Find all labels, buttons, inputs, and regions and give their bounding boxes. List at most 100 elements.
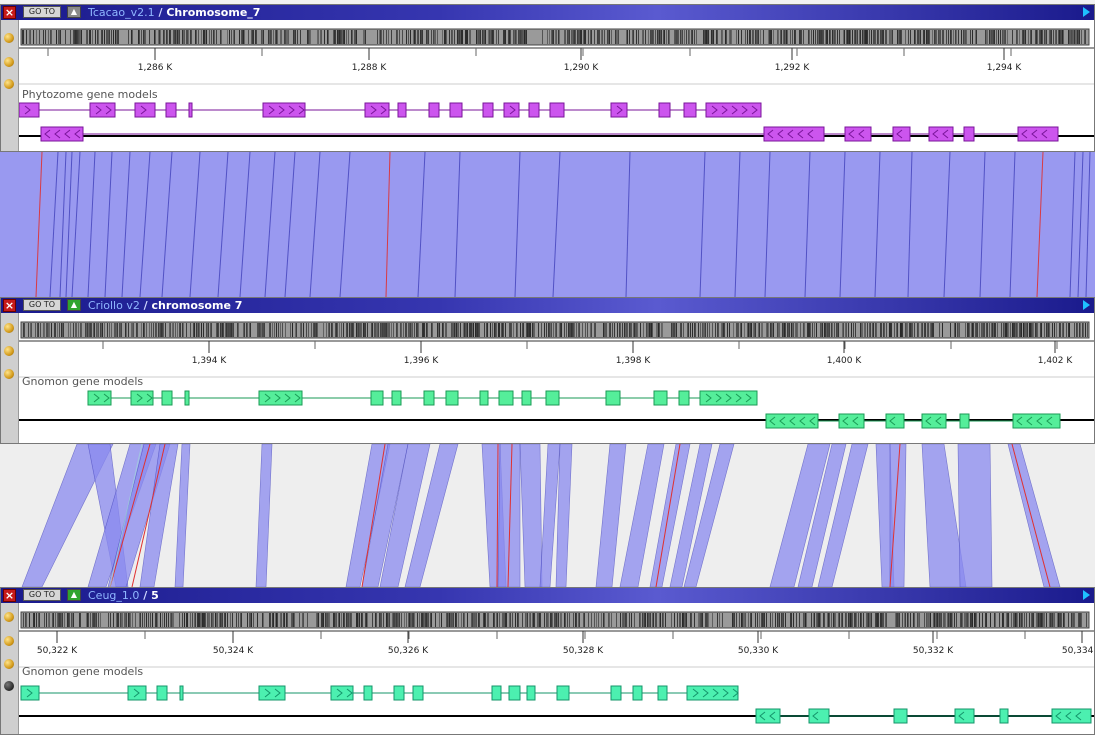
track-toggle-icon[interactable] [4, 659, 14, 669]
panel-content[interactable]: 1,286 K 1,288 K 1,290 K 1,292 K 1,294 K Phyt… [19, 20, 1094, 151]
gene-exon[interactable] [921, 413, 947, 429]
close-icon[interactable]: × [3, 6, 16, 19]
gene-exon[interactable] [412, 685, 424, 701]
gene-exon[interactable] [763, 126, 825, 142]
gene-exon[interactable] [1012, 413, 1061, 429]
track-toggle-icon[interactable] [4, 57, 14, 67]
gene-exon[interactable] [999, 708, 1009, 724]
gene-exon[interactable] [19, 102, 40, 118]
gene-exon[interactable] [632, 685, 643, 701]
gene-exon[interactable] [885, 413, 905, 429]
gene-exon[interactable] [179, 685, 184, 701]
gene-exon[interactable] [1051, 708, 1092, 724]
gene-exon[interactable] [844, 126, 872, 142]
gene-exon[interactable] [258, 390, 303, 406]
close-icon[interactable]: × [3, 589, 16, 602]
gene-exon[interactable] [705, 102, 762, 118]
gene-exon[interactable] [893, 708, 908, 724]
gene-track[interactable] [19, 313, 1094, 443]
gene-exon[interactable] [134, 102, 156, 118]
gene-exon[interactable] [391, 390, 402, 406]
arrow-right-icon[interactable] [1083, 7, 1090, 17]
gene-exon[interactable] [954, 708, 975, 724]
gene-exon[interactable] [498, 390, 514, 406]
panel-content[interactable]: 50,322 K 50,324 K 50,326 K 50,328 K 50,330 K… [19, 603, 1094, 734]
goto-button[interactable]: GO TO [23, 6, 61, 18]
gene-exon[interactable] [653, 390, 668, 406]
gene-exon[interactable] [838, 413, 865, 429]
gene-exon[interactable] [549, 102, 565, 118]
gene-exon[interactable] [605, 390, 621, 406]
gene-exon[interactable] [330, 685, 354, 701]
goto-button[interactable]: GO TO [23, 299, 61, 311]
gene-exon[interactable] [364, 102, 390, 118]
gene-exon[interactable] [258, 685, 286, 701]
gene-exon[interactable] [482, 102, 494, 118]
gene-exon[interactable] [188, 102, 193, 118]
arrow-right-icon[interactable] [1083, 590, 1090, 600]
gene-exon[interactable] [657, 685, 668, 701]
gene-exon[interactable] [87, 390, 112, 406]
track-toggle-icon[interactable] [4, 612, 14, 622]
gene-exon[interactable] [765, 413, 819, 429]
track-toggle-icon[interactable] [4, 346, 14, 356]
gene-exon[interactable] [556, 685, 570, 701]
gene-exon[interactable] [156, 685, 168, 701]
gene-exon[interactable] [393, 685, 405, 701]
genome-link[interactable]: Tcacao_v2.1 [88, 6, 155, 19]
gene-exon[interactable] [699, 390, 758, 406]
gene-exon[interactable] [127, 685, 147, 701]
gene-exon[interactable] [449, 102, 463, 118]
gene-track[interactable] [19, 20, 1094, 151]
gene-exon[interactable] [491, 685, 502, 701]
track-toggle-icon[interactable] [4, 33, 14, 43]
track-toggle-icon[interactable] [4, 323, 14, 333]
gene-exon[interactable] [686, 685, 739, 701]
gene-exon[interactable] [755, 708, 781, 724]
gene-exon[interactable] [508, 685, 521, 701]
genome-link[interactable]: Ceug_1.0 [88, 589, 139, 602]
gene-exon[interactable] [262, 102, 306, 118]
gene-exon[interactable] [808, 708, 830, 724]
gene-track[interactable] [19, 603, 1094, 734]
gene-exon[interactable] [20, 685, 40, 701]
gene-exon[interactable] [363, 685, 373, 701]
gene-exon[interactable] [161, 390, 173, 406]
gene-exon[interactable] [610, 685, 622, 701]
gene-exon[interactable] [610, 102, 628, 118]
gene-exon[interactable] [683, 102, 697, 118]
gene-exon[interactable] [479, 390, 489, 406]
gene-exon[interactable] [89, 102, 116, 118]
track-toggle-icon[interactable] [4, 369, 14, 379]
synteny-link[interactable] [957, 443, 993, 588]
gene-exon[interactable] [1017, 126, 1059, 142]
gene-exon[interactable] [521, 390, 532, 406]
close-icon[interactable]: × [3, 299, 16, 312]
gene-exon[interactable] [428, 102, 440, 118]
gene-exon[interactable] [397, 102, 407, 118]
arrow-up-icon[interactable]: ▲ [67, 589, 81, 601]
genome-link[interactable]: Criollo v2 [88, 299, 140, 312]
track-toggle-icon[interactable] [4, 636, 14, 646]
arrow-up-icon[interactable]: ▲ [67, 299, 81, 311]
gene-exon[interactable] [370, 390, 384, 406]
gene-exon[interactable] [963, 126, 975, 142]
gene-exon[interactable] [503, 102, 520, 118]
gene-exon[interactable] [678, 390, 690, 406]
gene-exon[interactable] [892, 126, 911, 142]
arrow-right-icon[interactable] [1083, 300, 1090, 310]
gene-exon[interactable] [528, 102, 540, 118]
gene-exon[interactable] [445, 390, 459, 406]
gene-exon[interactable] [423, 390, 435, 406]
gene-exon[interactable] [184, 390, 190, 406]
gene-exon[interactable] [40, 126, 84, 142]
gene-exon[interactable] [658, 102, 671, 118]
arrow-up-icon[interactable]: ▲ [67, 6, 81, 18]
track-toggle-icon[interactable] [4, 681, 14, 691]
gene-exon[interactable] [545, 390, 560, 406]
gene-exon[interactable] [165, 102, 177, 118]
gene-exon[interactable] [130, 390, 154, 406]
gene-exon[interactable] [959, 413, 970, 429]
gene-exon[interactable] [526, 685, 536, 701]
panel-content[interactable]: 1,394 K 1,396 K 1,398 K 1,400 K 1,402 K Gnom… [19, 313, 1094, 443]
